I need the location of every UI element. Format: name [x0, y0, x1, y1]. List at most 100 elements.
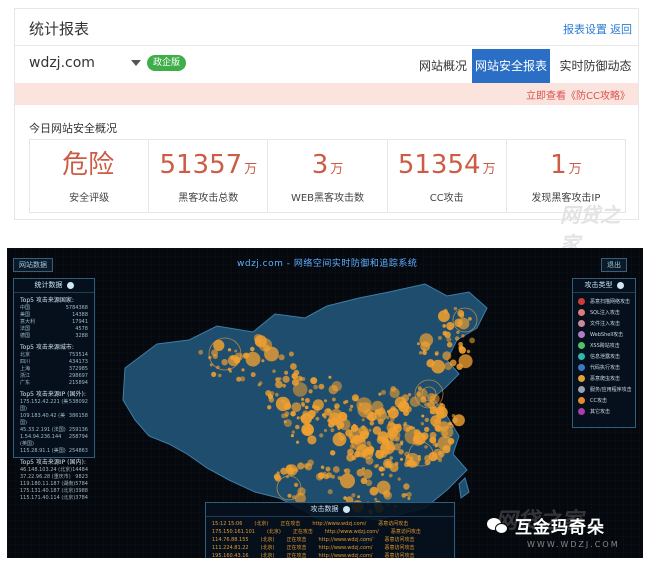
stats-section-heading: Top5 攻击来源城市: [20, 344, 74, 351]
attack-bubble [363, 410, 369, 415]
legend-item[interactable]: 其它攻击 [573, 406, 635, 417]
attack-bubble [424, 417, 429, 423]
legend-item[interactable]: XSS跨站攻击 [573, 340, 635, 351]
attack-cell: (北京) [260, 545, 275, 551]
legend-color-icon [578, 364, 585, 371]
chevron-down-icon[interactable] [131, 60, 141, 66]
attack-bubble [354, 450, 361, 458]
attack-bubble [283, 420, 287, 424]
stats-row: 109.183.40.42 (美国) 386158 [14, 413, 94, 427]
stat-value: 危险 [62, 150, 115, 180]
attack-bubble [198, 349, 204, 355]
attack-bubble [421, 414, 425, 418]
site-data-button[interactable]: 网站数据 [13, 258, 53, 272]
legend-item[interactable]: 恶意扫描网络攻击 [573, 296, 635, 307]
attack-bubble [368, 444, 373, 449]
attack-bubble [409, 396, 421, 407]
attack-bubble [383, 458, 393, 469]
stats-row: 37.22.96.28 (重庆市) 9823 [14, 474, 94, 481]
attack-bubble [332, 397, 336, 402]
attack-bubble [454, 318, 463, 328]
attack-bubble [390, 446, 396, 451]
attack-bubble [348, 407, 353, 412]
attack-bubble [281, 399, 286, 404]
legend-item[interactable]: 恶意爬虫攻击 [573, 373, 635, 384]
legend-item[interactable]: SQL注入攻击 [573, 307, 635, 318]
attack-bubble [361, 467, 366, 471]
expand-icon[interactable] [616, 281, 624, 289]
attack-bubble [275, 392, 279, 397]
attack-bubble [211, 371, 217, 377]
attack-bubble [378, 466, 384, 472]
stats-row: 45.33.2.191 (法国) 259136 [14, 427, 94, 434]
attack-cell: 恶意访问攻击 [384, 537, 415, 543]
domain-selector[interactable]: wdzj.com [29, 55, 95, 71]
attack-bubble [442, 330, 448, 336]
alert-bar: 立即查看《防CC攻略》 [15, 83, 638, 105]
attack-cell: 正在攻击 [286, 545, 307, 551]
attack-bubble [405, 455, 410, 459]
legend-color-icon [578, 320, 585, 327]
attack-bubble [438, 458, 443, 463]
attack-bubble [429, 410, 434, 415]
attack-cell: (北京) [260, 537, 275, 543]
legend-color-icon [578, 397, 585, 404]
legend-item[interactable]: 信息泄露攻击 [573, 351, 635, 362]
attack-bubble [227, 348, 232, 352]
stat-label: 黑客攻击总数 [178, 193, 239, 204]
tab-realtime-defense[interactable]: 实时防御动态 [553, 49, 638, 83]
expand-icon[interactable] [342, 505, 350, 513]
attack-cell: http://www.wdzj.com/ [318, 553, 373, 558]
attack-bubble [383, 491, 393, 500]
stats-key: 175.131.40.187 (北京) [20, 488, 76, 494]
legend-item[interactable]: 服务/应用程序攻击 [573, 384, 635, 395]
report-settings-link[interactable]: 报表设置 [563, 21, 607, 37]
expand-icon[interactable] [66, 281, 74, 289]
attack-bubble [290, 410, 296, 417]
attack-bubble [325, 466, 331, 472]
stats-row: 119.180.11.187 (湖南) 5784 [14, 481, 94, 488]
attack-bubble [294, 482, 299, 487]
attack-bubble [461, 334, 465, 338]
attack-bubble [275, 396, 291, 412]
attack-bubble [301, 401, 305, 406]
attack-bubble [236, 376, 242, 382]
tab-security-report[interactable]: 网站安全报表 [472, 49, 550, 83]
attack-bubble [389, 473, 393, 478]
attack-bubble [297, 487, 306, 496]
attack-bubble [344, 399, 349, 404]
legend-label: 恶意扫描网络攻击 [590, 299, 631, 305]
legend-label: 文件注入攻击 [590, 321, 621, 327]
attack-data-list: 15:12 15:06 (北京) 正在攻击 http://www.wdzj.com/恶… [206, 517, 454, 558]
stats-value: 14388 [72, 312, 88, 318]
legend-item[interactable]: WebShell攻击 [573, 329, 635, 340]
attack-bubble [351, 493, 356, 498]
tab-site-overview[interactable]: 网站概况 [415, 49, 471, 83]
attack-bubble [261, 359, 265, 363]
exit-button[interactable]: 退出 [601, 258, 627, 272]
attack-bubble [327, 489, 333, 495]
attack-bubble [432, 448, 444, 460]
stats-row: 法国 4578 [14, 326, 94, 333]
attack-bubble [221, 359, 228, 366]
system-title: wdzj.com - 网络空间实时防御和追踪系统 [237, 259, 418, 269]
legend-item[interactable]: 代码执行攻击 [573, 362, 635, 373]
attack-bubble [417, 342, 420, 346]
anti-cc-guide-link[interactable]: 立即查看《防CC攻略》 [526, 87, 630, 102]
stats-value: 3784 [75, 495, 88, 501]
attack-bubble [304, 405, 309, 410]
attack-bubble [424, 426, 430, 433]
attack-bubble [388, 407, 399, 419]
stats-value: 14484 [72, 467, 88, 473]
legend-item[interactable]: CC攻击 [573, 395, 635, 406]
attack-bubble [368, 428, 372, 432]
back-link[interactable]: 返回 [610, 21, 632, 37]
attack-bubble [402, 423, 406, 427]
attack-bubble [444, 362, 453, 371]
stats-key: 1.54.94.236.144 (英国) [20, 434, 62, 447]
attack-bubble [453, 306, 458, 311]
attack-cell: 15:12 15:06 [212, 521, 243, 527]
legend-color-icon [578, 353, 585, 360]
attack-bubble [422, 350, 427, 356]
legend-item[interactable]: 文件注入攻击 [573, 318, 635, 329]
